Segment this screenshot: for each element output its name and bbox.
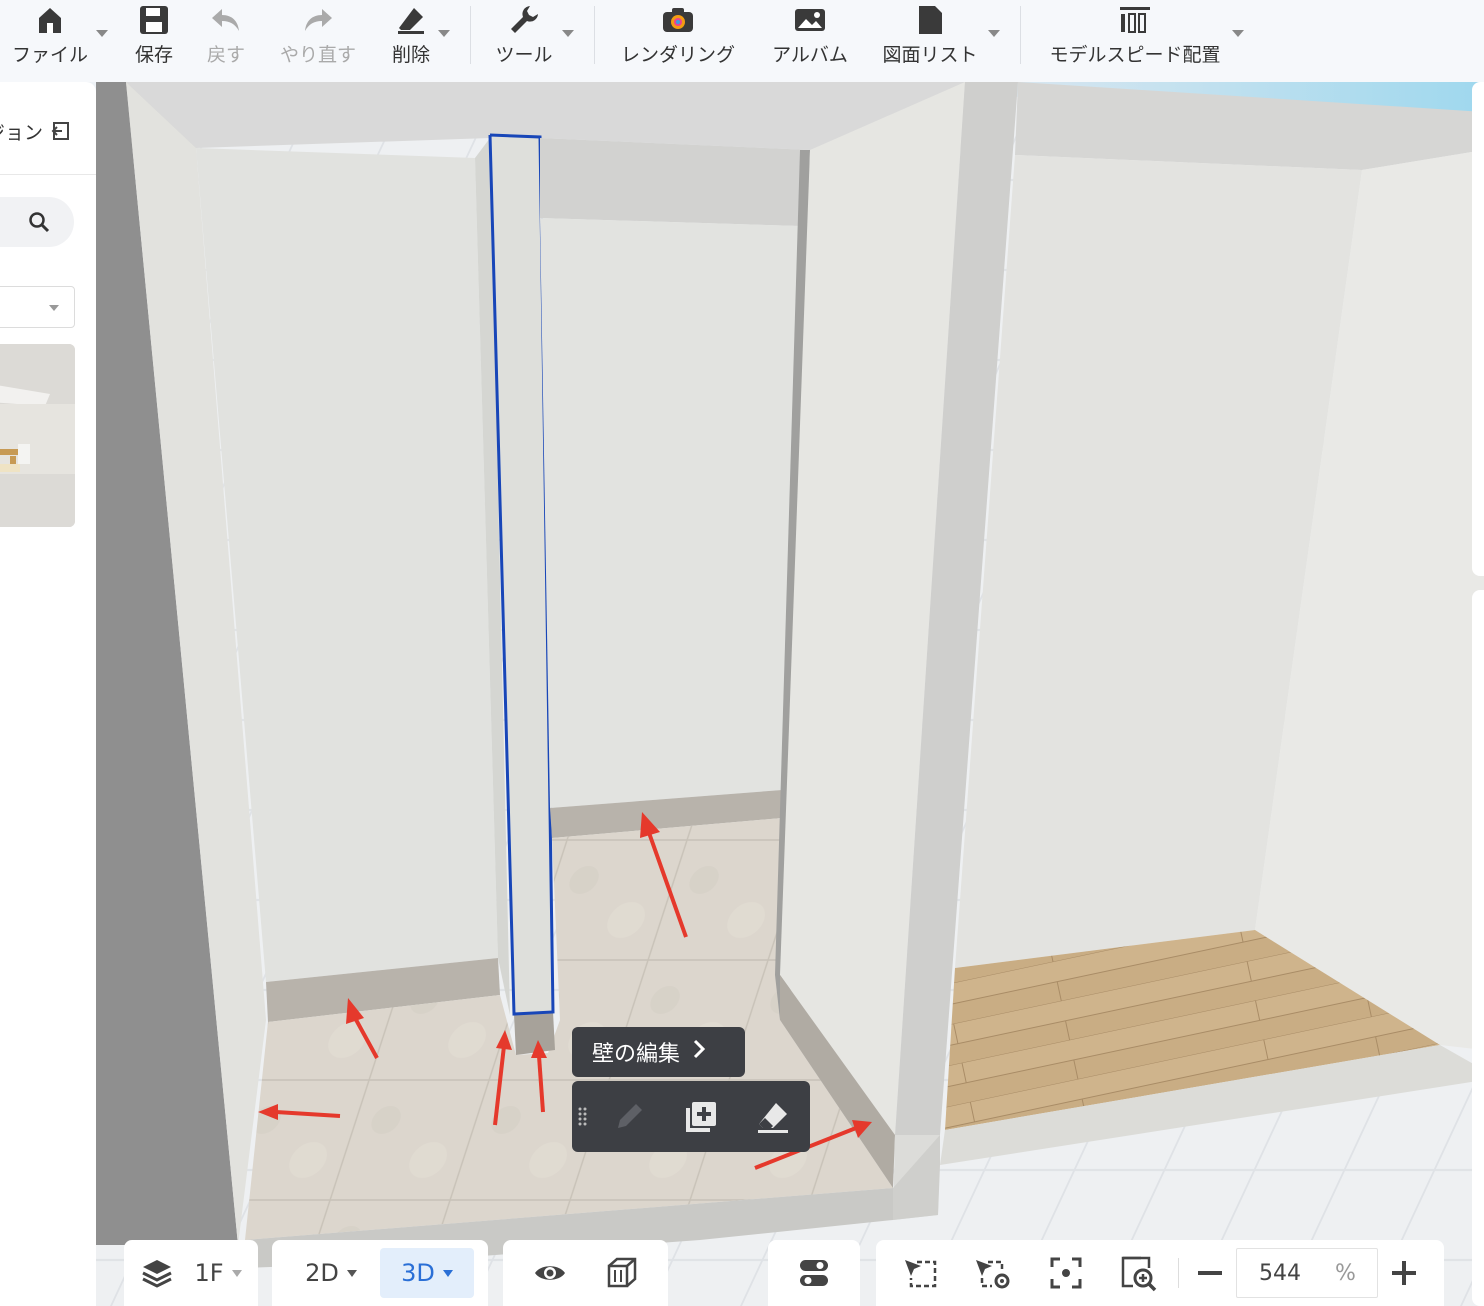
minus-icon — [1198, 1271, 1222, 1275]
undo-icon — [212, 9, 239, 31]
model-speed-layout-label: モデルスピード配置 — [1049, 44, 1221, 66]
zoom-to-fit-button[interactable] — [1116, 1240, 1160, 1306]
file-label: ファイル — [11, 44, 88, 66]
layout-columns-icon — [1120, 7, 1150, 33]
search-icon[interactable] — [28, 211, 50, 237]
chevron-down-icon — [442, 1269, 453, 1277]
eye-icon — [535, 1266, 565, 1280]
chevron-right-icon — [692, 1039, 706, 1065]
zoom-value: 544 — [1259, 1261, 1301, 1286]
toggle-settings-button[interactable] — [792, 1240, 836, 1306]
category-select[interactable] — [0, 286, 75, 328]
view-mode-switch: 2D 3D — [272, 1240, 488, 1306]
view-2d-button[interactable]: 2D — [286, 1240, 376, 1306]
model-speed-dropdown-caret[interactable] — [1232, 30, 1244, 37]
chevron-down-icon — [49, 305, 59, 311]
redo-button[interactable]: やり直す — [276, 0, 360, 82]
pencil-icon — [618, 1104, 642, 1128]
select-settings-button[interactable] — [970, 1240, 1014, 1306]
toolbar-divider — [594, 6, 595, 64]
edit-wall-label: 壁の編集 — [592, 1042, 681, 1067]
rendering-label: レンダリング — [620, 44, 735, 66]
layers-icon — [140, 1240, 174, 1306]
undo-button[interactable]: 戻す — [202, 0, 250, 82]
3d-view-cube-button[interactable] — [601, 1240, 643, 1306]
zoom-unit: % — [1335, 1261, 1356, 1286]
delete-label: 削除 — [391, 44, 430, 66]
model-thumbnail[interactable] — [0, 344, 75, 527]
focus-icon — [1050, 1257, 1082, 1289]
edit-pencil-button[interactable] — [610, 1098, 648, 1136]
eraser-icon — [398, 8, 424, 34]
copy-add-icon — [686, 1102, 716, 1132]
settings-toggle-group — [768, 1240, 860, 1306]
drag-handle-icon[interactable] — [578, 1107, 588, 1131]
toolbar-divider — [470, 6, 471, 64]
zoom-in-button[interactable] — [1386, 1240, 1422, 1306]
top-toolbar: ファイル 保存 戻す やり直す 削除 ツール レンダリング アルバム 図面リスト — [0, 0, 1484, 82]
camera-icon — [663, 8, 693, 32]
box-select-icon — [905, 1260, 937, 1288]
search-input[interactable] — [0, 197, 74, 247]
cube-icon — [607, 1257, 637, 1288]
tools-dropdown-caret[interactable] — [562, 30, 574, 37]
plus-icon — [1392, 1261, 1416, 1285]
zoom-divider — [1178, 1258, 1179, 1288]
left-panel-header: ジョン — [0, 118, 71, 146]
visibility-button[interactable] — [529, 1240, 571, 1306]
edit-wall-button[interactable]: 壁の編集 — [572, 1027, 745, 1077]
focus-button[interactable] — [1044, 1240, 1088, 1306]
copy-add-button[interactable] — [682, 1098, 720, 1136]
floor-label: 1F — [194, 1259, 224, 1287]
toolbar-divider — [1020, 6, 1021, 64]
undo-label: 戻す — [206, 44, 245, 66]
image-icon — [795, 9, 825, 31]
chevron-down-icon — [346, 1269, 357, 1277]
delete-dropdown-caret[interactable] — [438, 30, 450, 37]
floor-dropdown[interactable]: 1F — [188, 1240, 248, 1306]
tools-button[interactable]: ツール — [492, 0, 556, 82]
view-3d-button[interactable]: 3D — [380, 1248, 474, 1298]
chevron-down-icon — [231, 1269, 242, 1277]
wall-edit-toolbar — [572, 1081, 810, 1152]
drawing-list-label: 図面リスト — [882, 44, 978, 66]
left-panel: ジョン — [0, 82, 96, 1306]
drawing-list-dropdown-caret[interactable] — [988, 30, 1000, 37]
tools-label: ツール — [495, 44, 553, 66]
left-panel-divider — [0, 174, 96, 175]
file-menu-button[interactable]: ファイル — [4, 0, 96, 82]
eraser-icon — [758, 1103, 788, 1133]
rendering-button[interactable]: レンダリング — [618, 0, 738, 82]
wrench-icon — [511, 6, 538, 33]
file-dropdown-caret[interactable] — [96, 30, 108, 37]
delete-button[interactable]: 削除 — [388, 0, 434, 82]
zoom-search-icon — [1121, 1256, 1157, 1292]
view-3d-label: 3D — [401, 1259, 435, 1287]
drawing-list-button[interactable]: 図面リスト — [878, 0, 982, 82]
redo-label: やり直す — [279, 44, 356, 66]
left-panel-title: ジョン — [0, 122, 44, 144]
model-speed-layout-button[interactable]: モデルスピード配置 — [1044, 0, 1226, 82]
toggles-icon — [800, 1260, 828, 1286]
box-select-button[interactable] — [898, 1240, 942, 1306]
zoom-out-button[interactable] — [1192, 1240, 1228, 1306]
save-label: 保存 — [134, 44, 173, 66]
document-icon — [919, 6, 942, 34]
zoom-input[interactable]: 544 % — [1236, 1248, 1378, 1298]
album-button[interactable]: アルバム — [768, 0, 852, 82]
exit-icon[interactable] — [51, 121, 71, 146]
select-settings-icon — [976, 1260, 1010, 1289]
floor-selector[interactable]: 1F — [124, 1240, 258, 1306]
right-panel-tab-upper[interactable] — [1472, 82, 1484, 576]
view-2d-label: 2D — [305, 1259, 339, 1287]
display-options — [503, 1240, 668, 1306]
redo-icon — [305, 9, 332, 31]
save-icon — [140, 6, 168, 34]
erase-button[interactable] — [754, 1098, 792, 1136]
right-panel-tab-lower[interactable] — [1472, 590, 1484, 1306]
home-icon — [39, 8, 61, 33]
album-label: アルバム — [772, 44, 848, 66]
save-button[interactable]: 保存 — [130, 0, 178, 82]
zoom-tools: 544 % — [876, 1240, 1444, 1306]
